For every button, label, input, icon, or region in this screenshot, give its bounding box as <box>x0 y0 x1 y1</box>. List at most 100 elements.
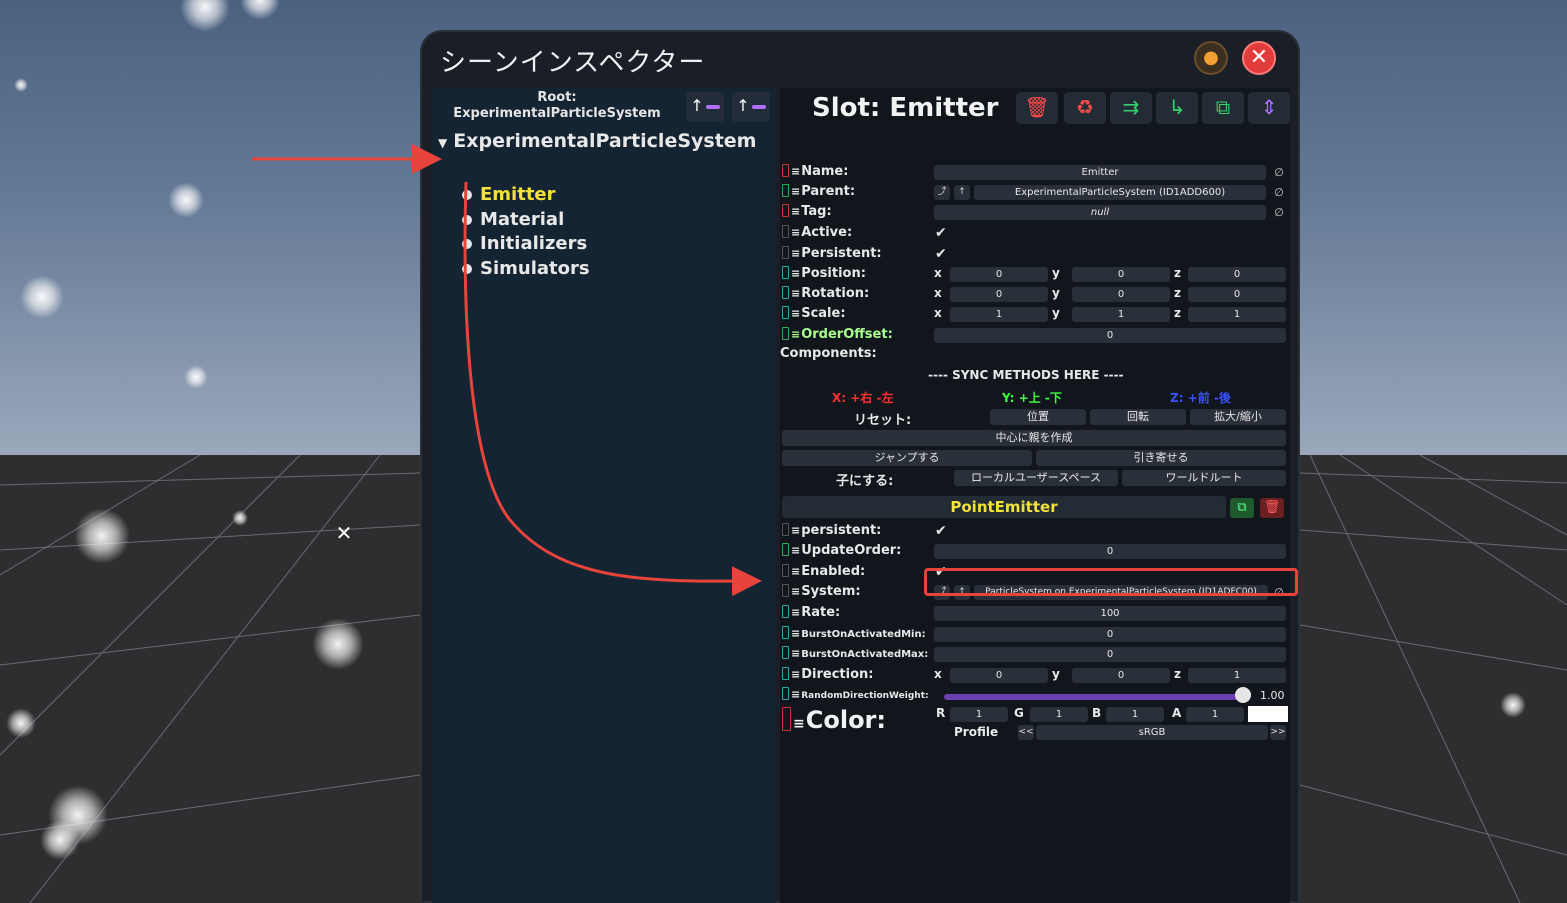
drag-handle-icon[interactable]: ≡ <box>791 585 800 598</box>
titlebar[interactable]: シーンインスペクター ● ✕ <box>422 32 1298 86</box>
component-duplicate-button[interactable]: ⧉ <box>1230 498 1254 518</box>
comp-persistent-checkbox[interactable]: ✔ <box>935 523 947 539</box>
pin-button[interactable]: ● <box>1194 41 1228 75</box>
field-indicator <box>782 564 789 577</box>
tree-item-simulators[interactable]: Simulators <box>462 258 590 279</box>
color-r-field[interactable]: 1 <box>950 707 1008 722</box>
reference-up-icon[interactable]: ↑ <box>954 185 970 200</box>
rotation-y-field[interactable]: 0 <box>1072 287 1170 302</box>
drag-handle-icon[interactable]: ≡ <box>791 247 800 260</box>
drag-handle-icon[interactable]: ≡ <box>793 716 805 732</box>
active-checkbox[interactable]: ✔ <box>935 225 947 241</box>
drag-handle-icon[interactable]: ≡ <box>791 328 800 341</box>
drag-handle-icon[interactable]: ≡ <box>791 185 800 198</box>
world-root-button[interactable]: ワールドルート <box>1122 470 1286 486</box>
field-row-active: ≡Active: ✔ <box>782 225 1288 243</box>
component-delete-button[interactable]: 🗑 <box>1260 498 1284 518</box>
field-row-comp-persistent: ≡persistent: ✔ <box>782 523 1288 541</box>
create-parent-at-center-button[interactable]: 中心に親を作成 <box>782 430 1286 446</box>
tree-item-label: Material <box>480 209 565 230</box>
destroy-button[interactable]: 🗑 <box>1016 92 1058 124</box>
drag-handle-icon[interactable]: ≡ <box>791 226 800 239</box>
color-a-field[interactable]: 1 <box>1186 707 1244 722</box>
profile-next-button[interactable]: >> <box>1270 725 1286 740</box>
expand-triangle-icon[interactable]: ▼ <box>438 136 447 150</box>
reset-scale-button[interactable]: 拡大/縮小 <box>1190 409 1286 425</box>
null-icon[interactable]: ∅ <box>1272 185 1286 200</box>
root-info: Root: ExperimentalParticleSystem <box>432 90 682 122</box>
burst-max-field[interactable]: 0 <box>934 647 1286 662</box>
scale-y-field[interactable]: 1 <box>1072 307 1170 322</box>
add-child-icon: ↳ <box>1168 95 1186 119</box>
drag-handle-icon[interactable]: ≡ <box>791 205 800 218</box>
random-direction-weight-slider[interactable] <box>944 694 1246 700</box>
drag-handle-icon[interactable]: ≡ <box>791 688 800 701</box>
field-label: ≡RandomDirectionWeight: <box>782 687 929 701</box>
drag-handle-icon[interactable]: ≡ <box>791 165 800 178</box>
scale-z-field[interactable]: 1 <box>1188 307 1286 322</box>
profile-field[interactable]: sRGB <box>1036 725 1268 740</box>
position-x-field[interactable]: 0 <box>950 267 1048 282</box>
list-bar-icon <box>705 104 720 109</box>
parent-field[interactable]: ExperimentalParticleSystem (ID1ADD600) <box>974 185 1266 200</box>
drag-handle-icon[interactable]: ≡ <box>791 647 800 660</box>
rate-field[interactable]: 100 <box>934 606 1286 621</box>
reset-position-button[interactable]: 位置 <box>990 409 1086 425</box>
updateorder-field[interactable]: 0 <box>934 544 1286 559</box>
tree-item-emitter[interactable]: Emitter <box>462 184 556 205</box>
jump-to-button[interactable]: ジャンプする <box>782 450 1032 466</box>
slot-title: Slot: Emitter <box>812 93 999 123</box>
drag-handle-icon[interactable]: ≡ <box>791 668 800 681</box>
color-g-field[interactable]: 1 <box>1030 707 1088 722</box>
name-field[interactable]: Emitter <box>934 165 1266 180</box>
drag-handle-icon[interactable]: ≡ <box>791 544 800 557</box>
local-user-space-button[interactable]: ローカルユーザースペース <box>954 470 1118 486</box>
component-header[interactable]: PointEmitter <box>782 496 1226 518</box>
field-indicator <box>782 306 789 319</box>
center-button[interactable]: ⇕ <box>1248 92 1290 124</box>
reference-jump-icon[interactable]: ⤴ <box>934 185 950 200</box>
drag-handle-icon[interactable]: ≡ <box>791 307 800 320</box>
profile-prev-button[interactable]: << <box>1018 725 1034 740</box>
position-y-field[interactable]: 0 <box>1072 267 1170 282</box>
close-button[interactable]: ✕ <box>1242 41 1276 75</box>
tree-item-material[interactable]: Material <box>462 209 564 230</box>
tree-item-initializers[interactable]: Initializers <box>462 233 587 254</box>
persistent-checkbox[interactable]: ✔ <box>935 246 947 262</box>
burst-min-field[interactable]: 0 <box>934 627 1286 642</box>
drag-handle-icon[interactable]: ≡ <box>791 565 800 578</box>
color-b-label: B <box>1092 706 1102 720</box>
position-z-field[interactable]: 0 <box>1188 267 1286 282</box>
rotation-x-field[interactable]: 0 <box>950 287 1048 302</box>
insert-parent-button[interactable]: ⇉ <box>1110 92 1152 124</box>
drag-handle-icon[interactable]: ≡ <box>791 267 800 280</box>
drag-handle-icon[interactable]: ≡ <box>791 287 800 300</box>
slider-knob[interactable] <box>1235 687 1251 703</box>
root-up-button[interactable]: ↑ <box>686 92 724 122</box>
destroy-preserve-assets-button[interactable]: ♻ <box>1064 92 1106 124</box>
direction-z-field[interactable]: 1 <box>1188 668 1286 683</box>
duplicate-button[interactable]: ⧉ <box>1202 92 1244 124</box>
drag-handle-icon[interactable]: ≡ <box>791 606 800 619</box>
particle-orb <box>312 618 364 670</box>
direction-y-field[interactable]: 0 <box>1072 668 1170 683</box>
null-icon[interactable]: ∅ <box>1272 165 1286 180</box>
drag-handle-icon[interactable]: ≡ <box>791 627 800 640</box>
scale-x-field[interactable]: 1 <box>950 307 1048 322</box>
orderoffset-field[interactable]: 0 <box>934 328 1286 343</box>
color-swatch[interactable] <box>1248 706 1288 722</box>
field-indicator <box>782 584 789 597</box>
reset-rotation-button[interactable]: 回転 <box>1090 409 1186 425</box>
color-b-field[interactable]: 1 <box>1106 707 1164 722</box>
tag-field[interactable]: null <box>934 205 1266 220</box>
window-title: シーンインスペクター <box>440 48 706 78</box>
bring-to-button[interactable]: 引き寄せる <box>1036 450 1286 466</box>
direction-x-field[interactable]: 0 <box>950 668 1048 683</box>
root-set-button[interactable]: ↑ <box>732 92 770 122</box>
rotation-z-field[interactable]: 0 <box>1188 287 1286 302</box>
add-child-button[interactable]: ↳ <box>1156 92 1198 124</box>
field-row-burst-min: ≡BurstOnActivatedMin: 0 <box>782 626 1288 644</box>
drag-handle-icon[interactable]: ≡ <box>791 524 800 537</box>
null-icon[interactable]: ∅ <box>1272 205 1286 220</box>
tree-root-item[interactable]: ▼ ExperimentalParticleSystem <box>438 130 756 152</box>
